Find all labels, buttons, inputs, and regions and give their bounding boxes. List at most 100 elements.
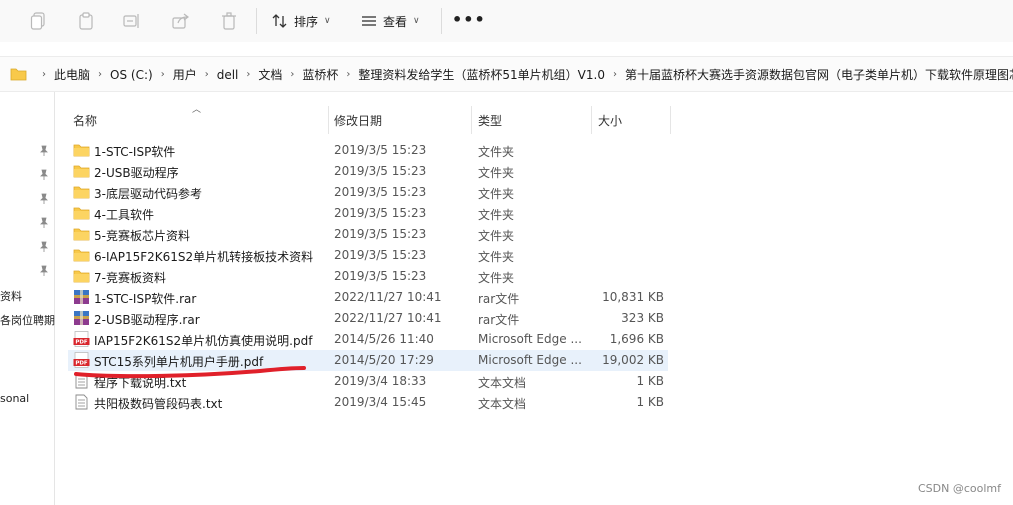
svg-text:PDF: PDF	[75, 340, 88, 346]
breadcrumb-item[interactable]: 此电脑	[54, 66, 90, 83]
file-date: 2019/3/5 15:23	[334, 185, 427, 199]
file-row[interactable]: 1-STC-ISP软件 2019/3/5 15:23 文件夹	[68, 140, 668, 161]
file-type: 文件夹	[478, 208, 515, 222]
column-divider[interactable]	[591, 106, 592, 134]
file-row[interactable]: PDF STC15系列单片机用户手册.pdf 2014/5/20 17:29 Micr…	[68, 350, 668, 371]
copy-icon	[30, 12, 45, 30]
file-type: 文件夹	[478, 229, 515, 243]
file-date: 2019/3/5 15:23	[334, 248, 427, 262]
file-type: Microsoft Edge ...	[478, 353, 582, 367]
nav-item[interactable]: sonal	[0, 392, 29, 405]
column-divider[interactable]	[471, 106, 472, 134]
file-type: 文件夹	[478, 145, 515, 159]
address-bar[interactable]: › 此电脑 › OS (C:) › 用户 › dell › 文档 › 蓝桥杯 › 整理资料发给学生（蓝桥杯…	[0, 56, 1013, 92]
column-header-name[interactable]: 名称	[73, 108, 97, 132]
folder-icon	[73, 247, 90, 263]
file-row[interactable]: 5-竞赛板芯片资料 2019/3/5 15:23 文件夹	[68, 224, 668, 245]
breadcrumb-item[interactable]: 第十届蓝桥杯大赛选手资源数据包官网（电子类单片机）下载软件原理图芯	[625, 66, 1013, 83]
pin-icon[interactable]	[38, 145, 50, 157]
share-button[interactable]	[167, 8, 195, 34]
sort-label: 排序	[294, 14, 319, 29]
folder-icon	[73, 226, 90, 242]
watermark: CSDN @coolmf	[917, 482, 1001, 495]
chevron-down-icon: ∨	[324, 16, 331, 26]
breadcrumb-item[interactable]: 整理资料发给学生（蓝桥杯51单片机组）V1.0	[358, 66, 605, 83]
file-date: 2019/3/4 18:33	[334, 374, 427, 388]
file-date: 2019/3/5 15:23	[334, 269, 427, 283]
sort-icon	[272, 14, 287, 28]
chevron-right-icon[interactable]: ›	[290, 69, 294, 80]
breadcrumb-item[interactable]: 蓝桥杯	[302, 66, 338, 83]
file-name: STC15系列单片机用户手册.pdf	[94, 355, 264, 369]
file-row[interactable]: 6-IAP15F2K61S2单片机转接板技术资料 2019/3/5 15:23 文件…	[68, 245, 668, 266]
file-row[interactable]: PDF IAP15F2K61S2单片机仿真使用说明.pdf 2014/5/26 11…	[68, 329, 668, 350]
column-divider[interactable]	[328, 106, 329, 134]
breadcrumb-item[interactable]: dell	[217, 68, 239, 82]
nav-item[interactable]: 各岗位聘期	[0, 312, 55, 328]
folder-icon	[73, 205, 90, 221]
column-header-type[interactable]: 类型	[478, 108, 502, 132]
file-name: IAP15F2K61S2单片机仿真使用说明.pdf	[94, 334, 313, 348]
file-row[interactable]: 7-竞赛板资料 2019/3/5 15:23 文件夹	[68, 266, 668, 287]
view-label: 查看	[383, 14, 408, 29]
breadcrumb-item[interactable]: OS (C:)	[110, 68, 153, 82]
chevron-right-icon[interactable]: ›	[42, 69, 46, 80]
txt-icon	[73, 373, 90, 389]
folder-icon	[73, 163, 90, 179]
column-header-date[interactable]: 修改日期	[334, 108, 382, 132]
delete-button[interactable]	[215, 8, 243, 34]
pin-icon[interactable]	[38, 169, 50, 181]
file-name: 6-IAP15F2K61S2单片机转接板技术资料	[94, 250, 314, 264]
toolbar-divider	[441, 8, 442, 34]
file-type: Microsoft Edge ...	[478, 332, 582, 346]
file-row[interactable]: 4-工具软件 2019/3/5 15:23 文件夹	[68, 203, 668, 224]
pin-icon[interactable]	[38, 193, 50, 205]
breadcrumb-item[interactable]: 用户	[173, 66, 197, 83]
view-button[interactable]: 查看 ∨	[361, 9, 420, 33]
column-header-size[interactable]: 大小	[598, 108, 622, 132]
more-options-button[interactable]: •••	[452, 10, 486, 29]
file-date: 2019/3/4 15:45	[334, 395, 427, 409]
chevron-right-icon[interactable]: ›	[613, 69, 617, 80]
rename-icon	[123, 14, 139, 28]
file-name: 2-USB驱动程序.rar	[94, 313, 200, 327]
nav-item[interactable]: 资料	[0, 288, 22, 304]
file-name: 4-工具软件	[94, 208, 154, 222]
breadcrumb: › 此电脑 › OS (C:) › 用户 › dell › 文档 › 蓝桥杯 › 整理资料发给学生（蓝桥杯…	[34, 66, 1013, 83]
paste-button[interactable]	[72, 8, 100, 34]
column-divider[interactable]	[670, 106, 671, 134]
file-row[interactable]: 程序下载说明.txt 2019/3/4 18:33 文本文档 1 KB	[68, 371, 668, 392]
chevron-right-icon[interactable]: ›	[346, 69, 350, 80]
svg-text:PDF: PDF	[75, 361, 88, 367]
pin-icon[interactable]	[38, 241, 50, 253]
share-icon	[172, 13, 189, 29]
pin-icon[interactable]	[38, 265, 50, 277]
sort-ascending-icon: ︿	[192, 105, 202, 115]
file-row[interactable]: 共阳极数码管段码表.txt 2019/3/4 15:45 文本文档 1 KB	[68, 392, 668, 413]
file-row[interactable]: 3-底层驱动代码参考 2019/3/5 15:23 文件夹	[68, 182, 668, 203]
copy-button[interactable]	[24, 8, 52, 34]
paste-icon	[79, 12, 93, 30]
file-date: 2014/5/26 11:40	[334, 332, 434, 346]
sort-button[interactable]: 排序 ∨	[272, 9, 331, 33]
folder-icon	[73, 268, 90, 284]
pdf-icon: PDF	[73, 352, 90, 368]
chevron-right-icon[interactable]: ›	[161, 69, 165, 80]
pin-icon[interactable]	[38, 217, 50, 229]
file-row[interactable]: 2-USB驱动程序.rar 2022/11/27 10:41 rar文件 323 KB	[68, 308, 668, 329]
file-row[interactable]: 1-STC-ISP软件.rar 2022/11/27 10:41 rar文件 10,8…	[68, 287, 668, 308]
command-bar: 排序 ∨ 查看 ∨ •••	[0, 0, 1013, 42]
chevron-right-icon[interactable]: ›	[98, 69, 102, 80]
rename-button[interactable]	[118, 8, 146, 34]
file-name: 共阳极数码管段码表.txt	[94, 397, 223, 411]
file-row[interactable]: 2-USB驱动程序 2019/3/5 15:23 文件夹	[68, 161, 668, 182]
file-size: 1 KB	[636, 395, 664, 409]
folder-icon	[73, 184, 90, 200]
chevron-right-icon[interactable]: ›	[205, 69, 209, 80]
file-name: 1-STC-ISP软件	[94, 145, 176, 159]
file-type: rar文件	[478, 313, 520, 327]
chevron-right-icon[interactable]: ›	[246, 69, 250, 80]
file-name: 1-STC-ISP软件.rar	[94, 292, 197, 306]
breadcrumb-item[interactable]: 文档	[258, 66, 282, 83]
file-type: 文件夹	[478, 166, 515, 180]
